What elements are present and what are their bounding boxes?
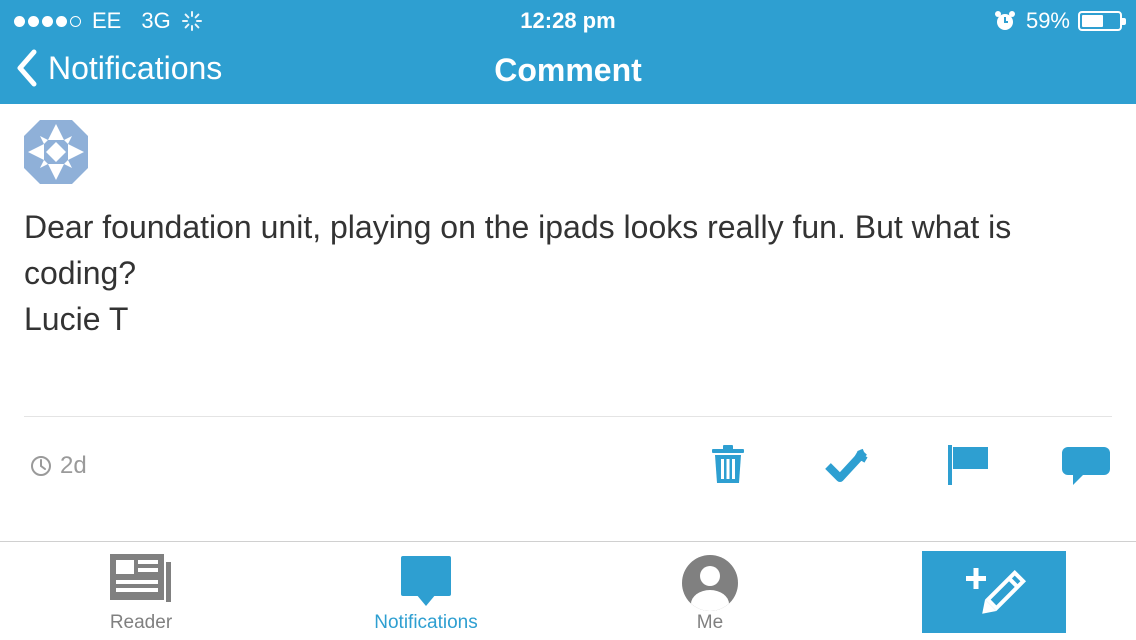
comment-text: Dear foundation unit, playing on the ipa… xyxy=(24,204,1112,342)
battery-percent: 59% xyxy=(1025,8,1070,33)
comment-age: 2d xyxy=(30,452,87,480)
status-time: 12:28 pm xyxy=(520,8,616,33)
back-button[interactable]: Notifications xyxy=(14,48,222,88)
header: EE 3G 12:28 pm 59% Notifications Comment xyxy=(0,0,1136,104)
write-icon xyxy=(966,568,1027,614)
me-icon xyxy=(682,555,738,611)
flag-icon xyxy=(948,445,988,485)
tab-me[interactable]: Me xyxy=(610,542,810,640)
approve-icon xyxy=(825,448,868,482)
tab-reader-label: Reader xyxy=(109,612,173,633)
avatar[interactable] xyxy=(24,120,88,184)
tab-bar: Reader Notifications Me xyxy=(0,541,1136,640)
status-bar: EE 3G 12:28 pm 59% xyxy=(0,0,1136,42)
notifications-icon xyxy=(401,556,451,606)
alarm-icon xyxy=(994,11,1015,30)
comment-line: Dear foundation unit, playing on the ipa… xyxy=(24,209,1012,291)
write-post-button[interactable] xyxy=(922,551,1066,633)
reply-icon xyxy=(1062,447,1110,485)
status-right: 59% xyxy=(994,8,1126,34)
reply-button[interactable] xyxy=(1058,440,1114,490)
divider xyxy=(24,416,1112,417)
tab-notifications-label: Notifications xyxy=(374,612,478,633)
comment-actions: 2d xyxy=(24,440,1112,490)
chevron-left-icon xyxy=(17,49,37,87)
battery-icon xyxy=(1078,11,1126,31)
tab-reader[interactable]: Reader xyxy=(41,542,241,640)
comment-body: Dear foundation unit, playing on the ipa… xyxy=(24,120,1112,342)
flag-button[interactable] xyxy=(940,440,996,490)
approve-button[interactable] xyxy=(819,440,875,490)
nav-bar: Notifications Comment xyxy=(0,42,1136,104)
tab-notifications[interactable]: Notifications xyxy=(326,542,526,640)
back-label: Notifications xyxy=(48,49,223,86)
reader-icon xyxy=(110,554,171,602)
comment-signature: Lucie T xyxy=(24,301,129,337)
trash-button[interactable] xyxy=(700,440,756,490)
comment-age-label: 2d xyxy=(60,452,87,479)
trash-icon xyxy=(712,445,744,483)
tab-me-label: Me xyxy=(696,612,724,633)
clock-icon xyxy=(31,456,51,476)
